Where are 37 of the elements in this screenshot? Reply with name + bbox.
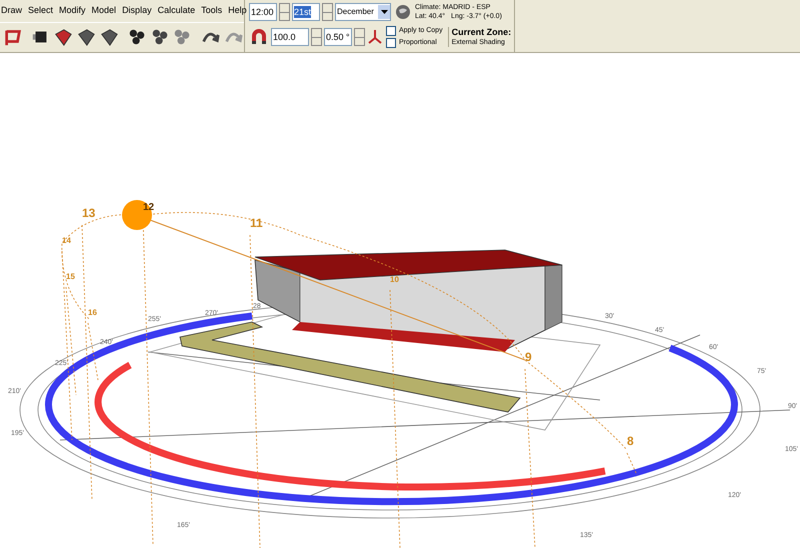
checkbox[interactable] [386,38,396,48]
spinner-control[interactable] [311,28,322,46]
hour-label: 11 [250,216,263,230]
spinner-control[interactable] [354,28,365,46]
menu-item[interactable]: Modify [59,4,86,18]
menu-item[interactable]: Calculate [158,4,196,18]
hour-label: 16 [88,308,97,317]
hour-label: 8 [627,434,634,448]
cluster-icon [150,26,170,46]
spinner-control[interactable] [322,3,333,21]
menu-item[interactable]: Model [92,4,116,18]
sun-drawing [122,200,152,230]
cluster-icon [126,26,147,46]
magnet-icon[interactable] [249,28,269,46]
current-zone-title: Current Zone: [452,27,512,37]
time-field[interactable]: 12:00 [249,3,277,21]
hour-label: 14 [62,236,71,245]
month-dropdown[interactable]: December [335,3,391,21]
globe-icon[interactable] [395,4,411,20]
spinner-control[interactable] [279,3,290,21]
hour-label: 9 [525,350,532,364]
day-field[interactable]: 21st [292,3,320,21]
angle-field[interactable]: 0.50 ° [324,28,352,46]
menu-item[interactable]: Tools [201,4,222,18]
menu-item[interactable]: Display [122,4,152,18]
menu-item[interactable]: Draw [1,4,22,18]
grid-size-field[interactable]: 100.0 [271,28,309,46]
hour-label: 10 [390,275,399,284]
hour-label: 15 [66,272,75,281]
checkbox[interactable] [386,26,396,36]
leader-line [626,452,638,476]
hour-label: 13 [82,206,96,220]
menu-item[interactable]: Help [228,4,247,18]
menu-item[interactable]: Select [28,4,54,18]
cluster-icon [172,26,192,46]
day-value: 21st [294,6,312,18]
axes-icon[interactable] [367,28,383,46]
